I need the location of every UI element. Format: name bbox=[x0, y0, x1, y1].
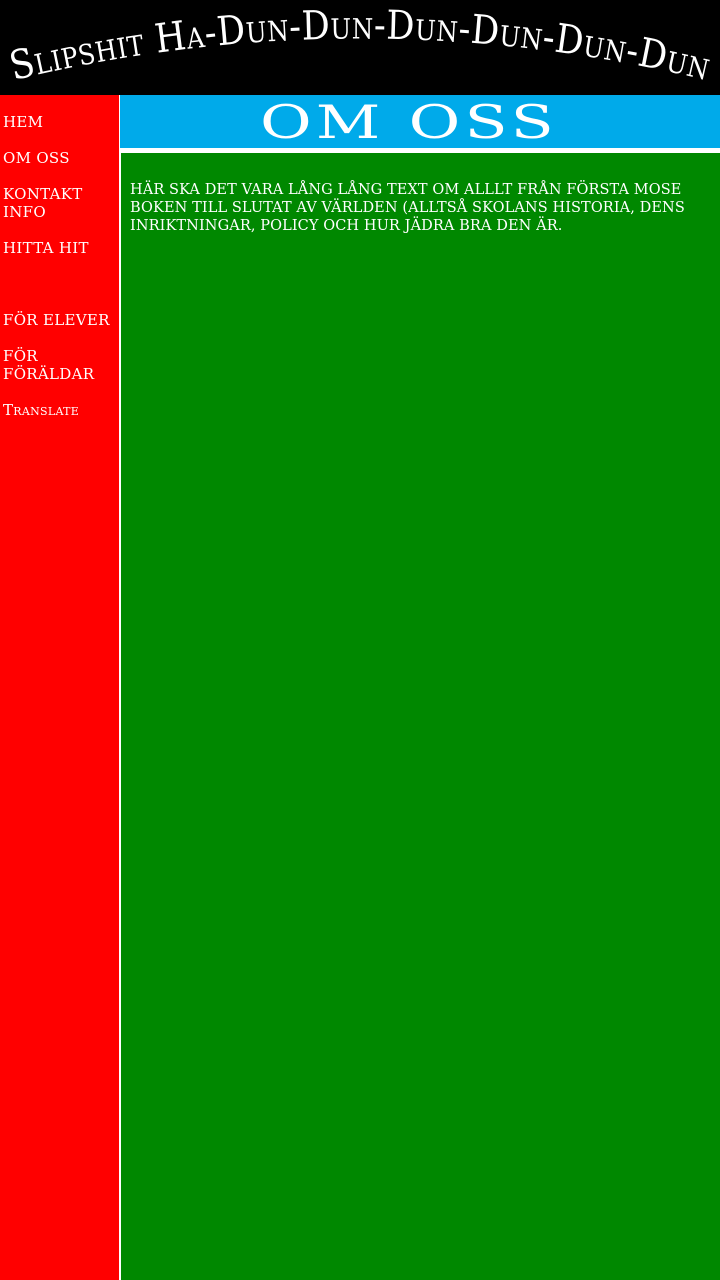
main-content: HÄR SKA DET VARA LÅNG LÅNG TEXT OM ALLLT… bbox=[121, 153, 720, 1280]
content-paragraph: HÄR SKA DET VARA LÅNG LÅNG TEXT OM ALLLT… bbox=[130, 182, 685, 234]
site-title-banner: Slipshit Ha-Dun-Dun-Dun-Dun-Dun-Dun bbox=[5, 2, 715, 89]
page-title-banner: OM OSS bbox=[260, 95, 558, 148]
site-title: Slipshit Ha-Dun-Dun-Dun-Dun-Dun-Dun bbox=[5, 2, 715, 89]
sidebar-item-om-oss[interactable]: OM OSS bbox=[3, 149, 115, 167]
sidebar-item-for-elever[interactable]: FÖR ELEVER bbox=[3, 311, 115, 329]
page-title: OM OSS bbox=[260, 95, 558, 148]
translate-link[interactable]: Translate bbox=[3, 401, 115, 419]
site-header: Slipshit Ha-Dun-Dun-Dun-Dun-Dun-Dun bbox=[0, 0, 720, 95]
sidebar-item-hem[interactable]: HEM bbox=[3, 113, 115, 131]
page-title-bar: OM OSS bbox=[120, 95, 720, 148]
sidebar-nav: HEM OM OSS KONTAKT INFO HITTA HIT FÖR EL… bbox=[0, 95, 119, 1280]
sidebar-item-hitta-hit[interactable]: HITTA HIT bbox=[3, 239, 115, 257]
sidebar-item-for-foraldar[interactable]: FÖR FÖRÄLDAR bbox=[3, 347, 115, 383]
sidebar-item-kontakt-info[interactable]: KONTAKT INFO bbox=[3, 185, 115, 221]
